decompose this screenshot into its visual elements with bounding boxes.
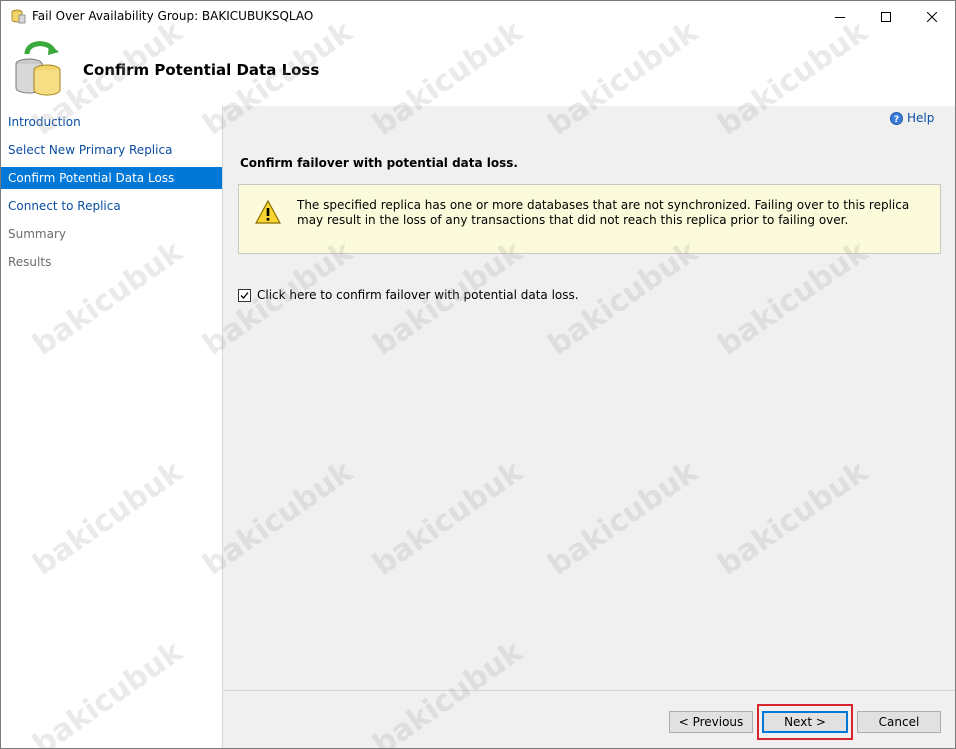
warning-message-box: The specified replica has one or more da… xyxy=(238,184,941,254)
help-link[interactable]: ? Help xyxy=(890,111,934,125)
wizard-steps-sidebar: Introduction Select New Primary Replica … xyxy=(1,106,223,748)
next-button[interactable]: Next > xyxy=(762,711,848,733)
wizard-header: Confirm Potential Data Loss xyxy=(1,32,955,106)
help-label[interactable]: Help xyxy=(907,111,934,125)
confirm-checkbox-label[interactable]: Click here to confirm failover with pote… xyxy=(257,288,579,302)
help-icon: ? xyxy=(890,111,903,125)
wizard-content: ? Help Confirm failover with potential d… xyxy=(223,106,955,748)
svg-text:?: ? xyxy=(894,115,899,125)
close-icon xyxy=(927,11,937,22)
sidebar-item-summary: Summary xyxy=(8,227,66,241)
sidebar-item-connect-to-replica[interactable]: Connect to Replica xyxy=(1,195,222,217)
warning-icon xyxy=(254,199,282,224)
sidebar-item-confirm-potential-data-loss[interactable]: Confirm Potential Data Loss xyxy=(1,167,222,189)
database-app-icon xyxy=(10,8,26,24)
minimize-button[interactable] xyxy=(817,1,863,32)
close-button[interactable] xyxy=(909,1,955,32)
confirm-data-loss-checkbox[interactable]: Click here to confirm failover with pote… xyxy=(238,288,579,302)
failover-database-icon xyxy=(13,40,65,98)
footer-divider xyxy=(223,690,955,691)
minimize-icon xyxy=(835,16,845,18)
maximize-icon xyxy=(881,11,891,22)
window-title: Fail Over Availability Group: BAKICUBUKS… xyxy=(32,9,314,23)
title-bar[interactable]: Fail Over Availability Group: BAKICUBUKS… xyxy=(1,1,955,32)
checkbox-checked-icon[interactable] xyxy=(238,288,251,302)
section-title: Confirm failover with potential data los… xyxy=(240,156,518,170)
sidebar-item-select-new-primary-replica[interactable]: Select New Primary Replica xyxy=(1,139,222,161)
cancel-button[interactable]: Cancel xyxy=(857,711,941,733)
wizard-window: Fail Over Availability Group: BAKICUBUKS… xyxy=(0,0,956,749)
previous-button[interactable]: < Previous xyxy=(669,711,753,733)
page-title: Confirm Potential Data Loss xyxy=(83,61,320,79)
warning-text: The specified replica has one or more da… xyxy=(297,198,910,227)
sidebar-item-results: Results xyxy=(8,255,52,269)
maximize-button[interactable] xyxy=(863,1,909,32)
sidebar-item-introduction[interactable]: Introduction xyxy=(1,111,222,133)
